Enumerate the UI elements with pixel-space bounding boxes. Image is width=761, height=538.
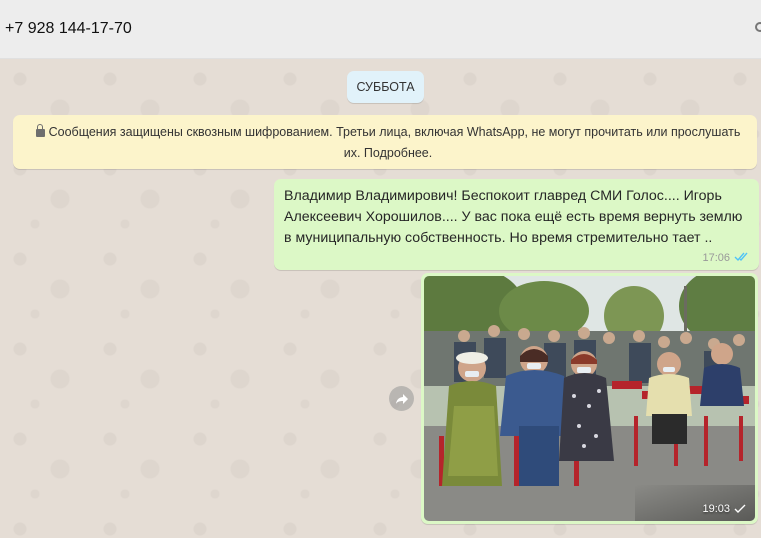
lock-icon: [35, 124, 45, 137]
forward-icon: [395, 393, 408, 404]
outgoing-message[interactable]: Владимир Владимирович! Беспокоит главред…: [274, 179, 759, 270]
forward-button[interactable]: [389, 386, 414, 411]
chat-header[interactable]: +7 928 144-17-70: [0, 0, 761, 59]
encryption-notice-text: Сообщения защищены сквозным шифрованием.…: [48, 125, 741, 160]
message-time: 17:06: [702, 252, 730, 264]
outgoing-image-message[interactable]: 19:03: [421, 273, 758, 524]
image-message-time: 19:03: [702, 503, 730, 515]
search-icon[interactable]: [755, 22, 761, 32]
day-separator: СУББОТА: [347, 71, 424, 103]
encryption-notice[interactable]: Сообщения защищены сквозным шифрованием.…: [13, 115, 757, 169]
image-message-meta: 19:03: [702, 503, 746, 515]
photo-crowd-seated[interactable]: 19:03: [424, 276, 755, 521]
message-meta: 17:06: [702, 251, 750, 265]
chat-panel[interactable]: СУББОТА Сообщения защищены сквозным шифр…: [0, 59, 761, 538]
single-check-icon: [734, 504, 746, 514]
message-text: Владимир Владимирович! Беспокоит главред…: [284, 188, 743, 246]
contact-name[interactable]: +7 928 144-17-70: [5, 20, 132, 38]
double-check-icon: [734, 251, 750, 265]
